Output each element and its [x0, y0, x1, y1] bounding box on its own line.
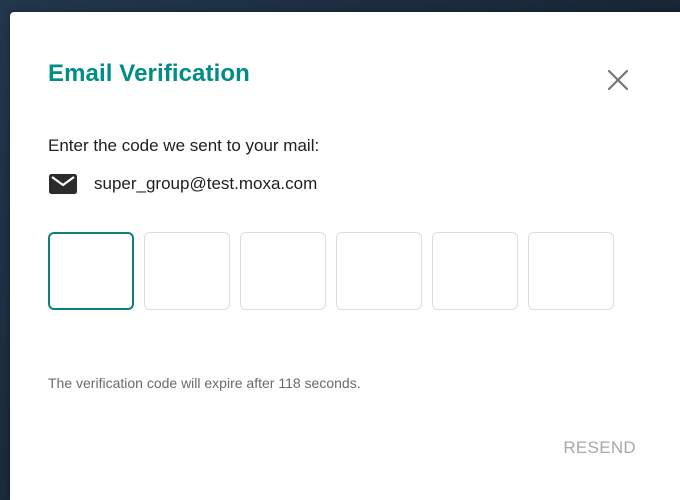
resend-button[interactable]: RESEND: [526, 434, 636, 462]
expiry-seconds: 118: [278, 375, 301, 391]
email-row: super_group@test.moxa.com: [48, 172, 317, 196]
close-button[interactable]: [602, 64, 634, 96]
code-prompt-text: Enter the code we sent to your mail:: [48, 136, 320, 155]
expiry-suffix: seconds.: [300, 375, 361, 391]
expiry-notice: The verification code will expire after …: [48, 375, 361, 391]
verification-code-inputs: [48, 232, 614, 310]
mail-icon: [48, 173, 78, 195]
code-digit-input-2[interactable]: [144, 232, 230, 310]
code-digit-input-6[interactable]: [528, 232, 614, 310]
dialog-title: Email Verification: [48, 60, 250, 87]
code-digit-input-3[interactable]: [240, 232, 326, 310]
code-digit-input-5[interactable]: [432, 232, 518, 310]
code-digit-input-4[interactable]: [336, 232, 422, 310]
email-address: super_group@test.moxa.com: [94, 174, 318, 193]
code-digit-input-1[interactable]: [48, 232, 134, 310]
close-icon: [607, 69, 629, 91]
expiry-prefix: The verification code will expire after: [48, 375, 279, 391]
email-verification-dialog: Email Verification Enter the code we sen…: [10, 12, 680, 500]
